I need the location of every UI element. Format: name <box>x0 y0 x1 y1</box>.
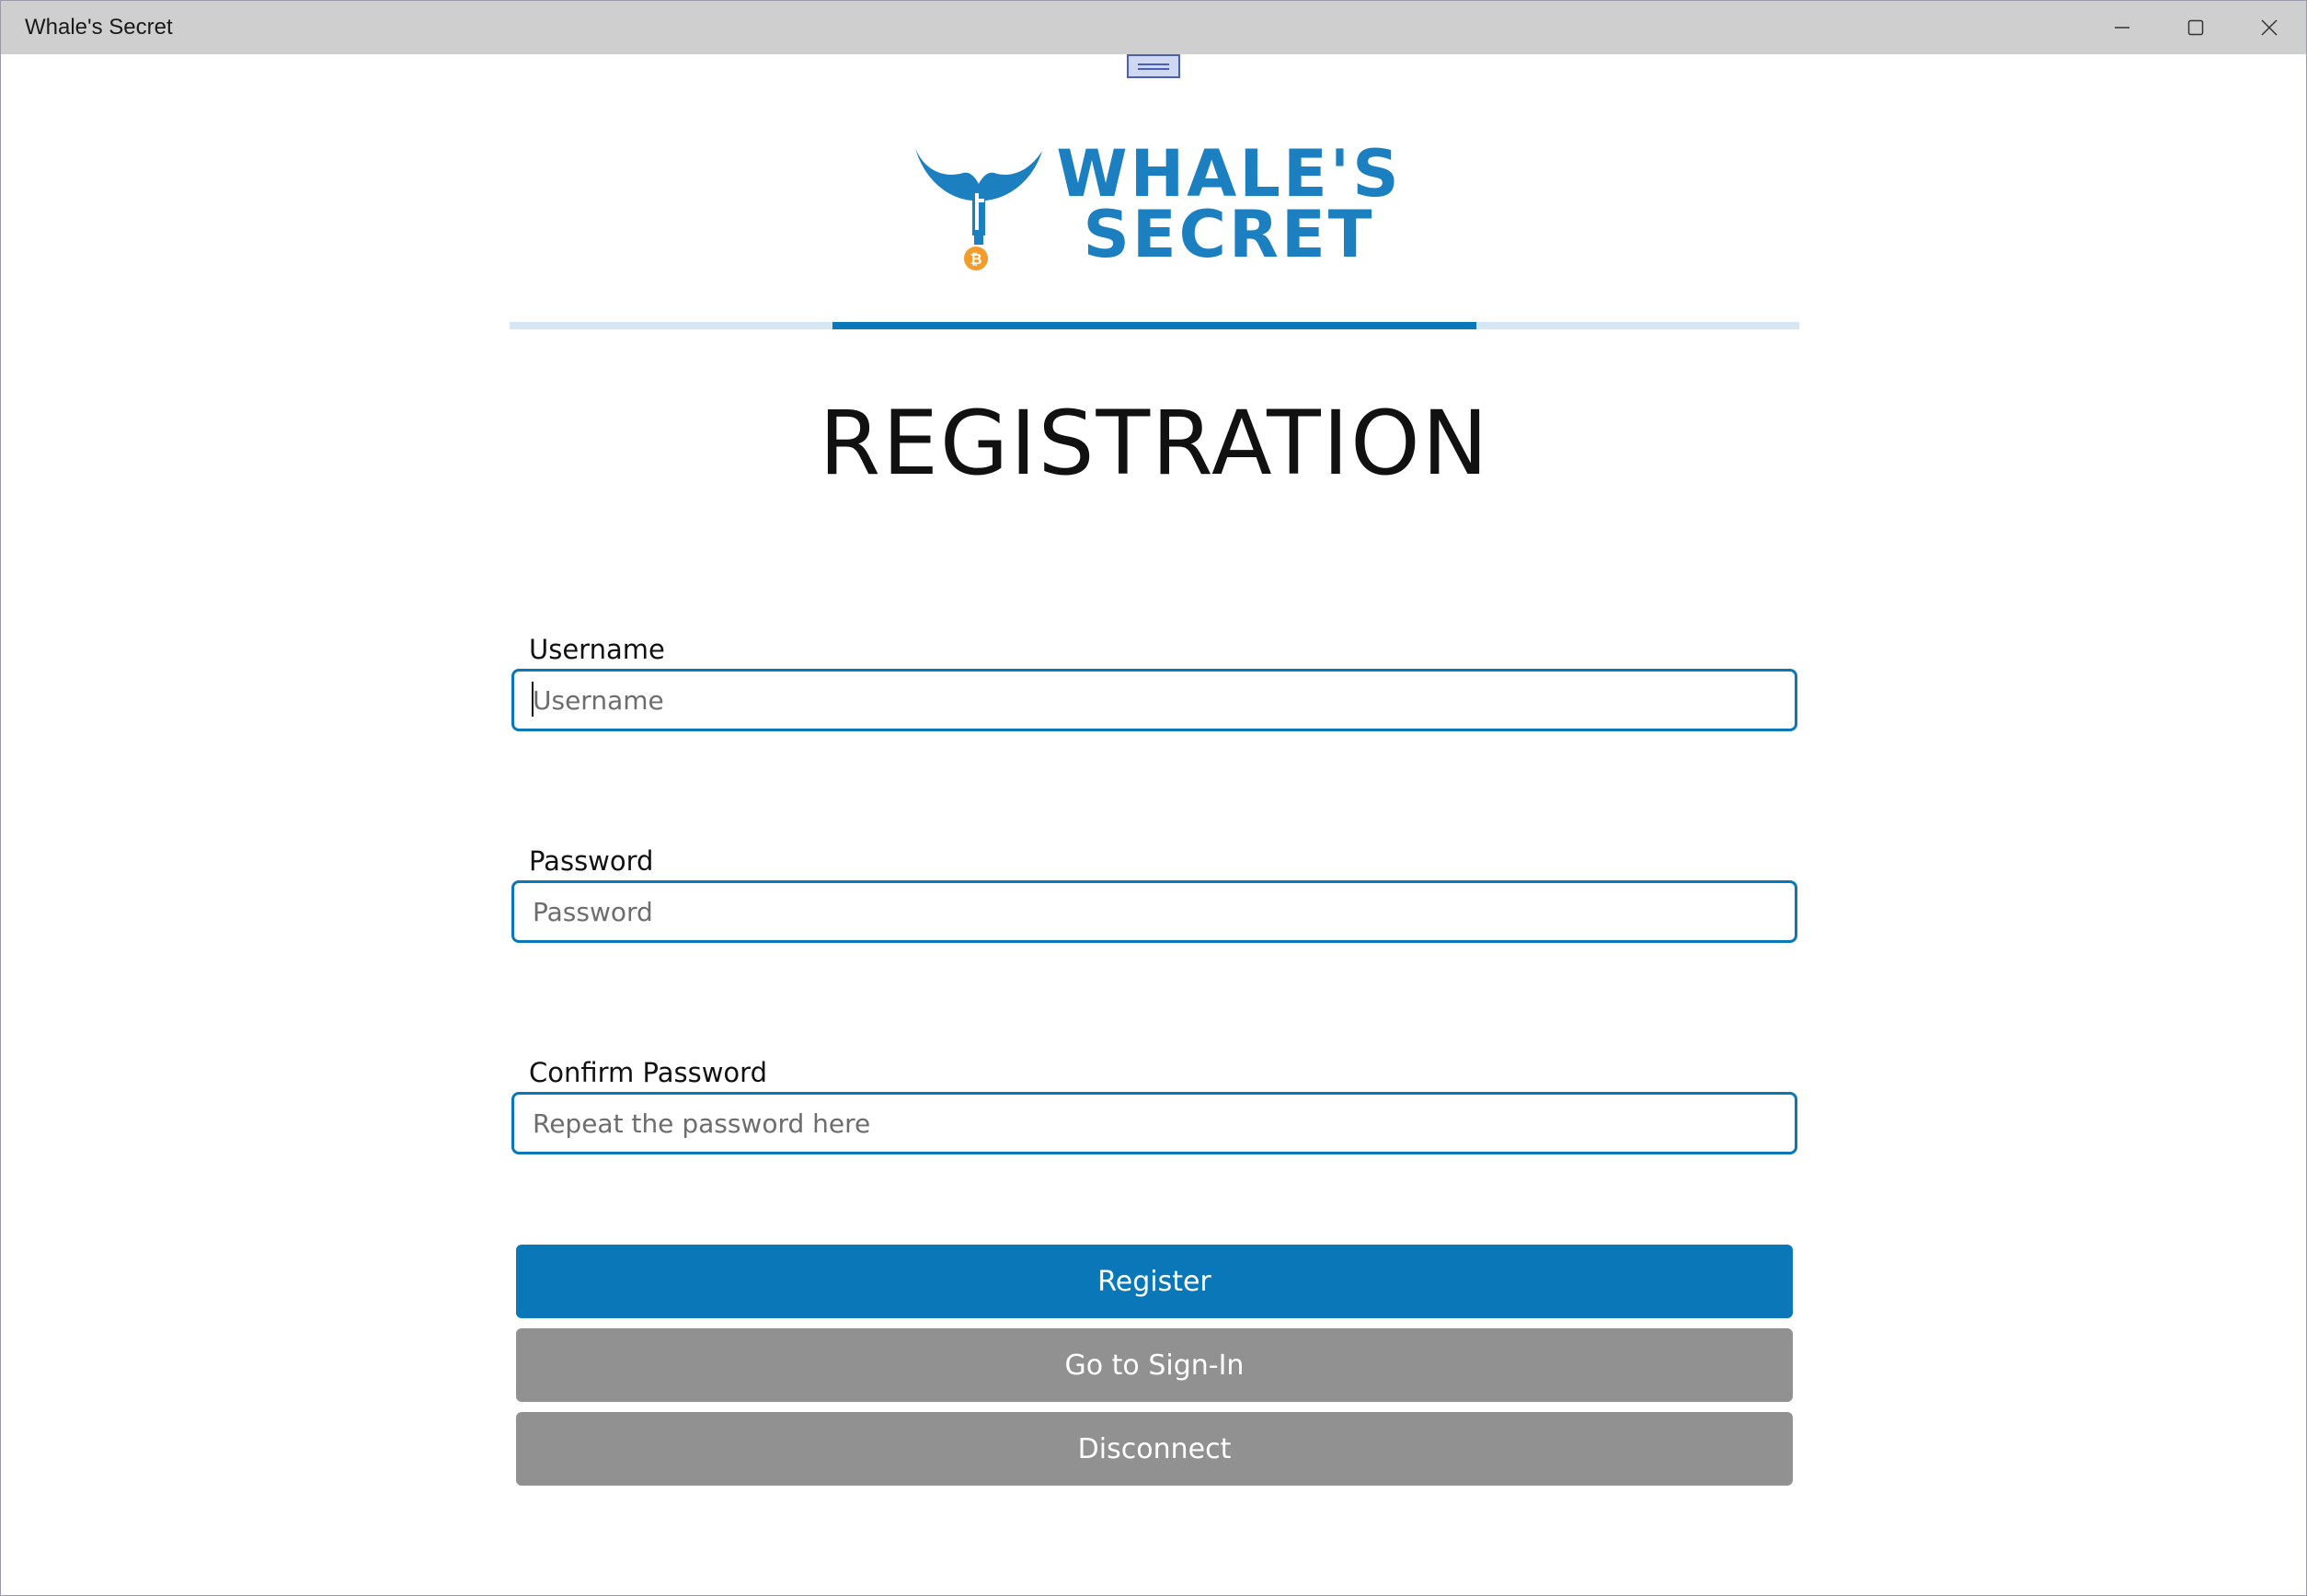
step-progress-bar <box>510 322 1799 329</box>
username-label: Username <box>529 634 665 665</box>
page-title: REGISTRATION <box>819 392 1490 495</box>
title-bar[interactable]: Whale's Secret <box>1 1 2306 54</box>
disconnect-button[interactable]: Disconnect <box>516 1412 1793 1486</box>
username-input[interactable] <box>511 669 1797 731</box>
go-to-sign-in-button[interactable]: Go to Sign-In <box>516 1328 1793 1402</box>
logo-line-2: SECRET <box>1083 197 1375 272</box>
minimize-button[interactable] <box>2085 1 2159 54</box>
password-label: Password <box>529 845 654 877</box>
whales-secret-logo: ₿ WHALE'S SECRET <box>912 136 1408 272</box>
text-cursor <box>532 682 534 717</box>
step-progress-current <box>832 322 1476 329</box>
confirm-password-input[interactable] <box>511 1092 1797 1154</box>
close-button[interactable] <box>2232 1 2306 54</box>
confirm-password-label: Confirm Password <box>529 1057 767 1088</box>
svg-text:₿: ₿ <box>970 250 981 268</box>
password-input[interactable] <box>511 880 1797 943</box>
window-title: Whale's Secret <box>25 15 173 40</box>
logo-wordmark: WHALE'S SECRET <box>1050 136 1408 272</box>
drag-handle[interactable] <box>1127 54 1180 78</box>
whale-tail-key-icon: ₿ <box>915 148 1042 270</box>
app-window: Whale's Secret ₿ WHALE'S SECRET REGISTRA… <box>0 0 2307 1596</box>
register-button[interactable]: Register <box>516 1245 1793 1318</box>
close-icon <box>2261 19 2278 36</box>
maximize-button[interactable] <box>2159 1 2232 54</box>
logo-line-1: WHALE'S <box>1056 136 1402 212</box>
maximize-icon <box>2187 19 2204 36</box>
minimize-icon <box>2115 27 2129 29</box>
